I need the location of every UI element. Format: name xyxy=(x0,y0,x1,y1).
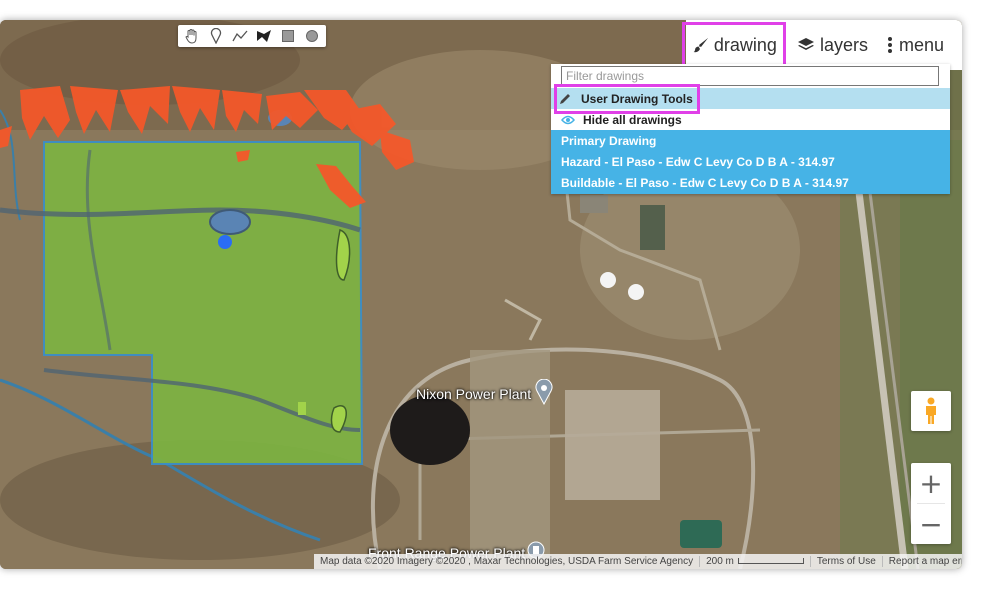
drawing-item-label: Hazard - El Paso - Edw C Levy Co D B A -… xyxy=(561,154,835,169)
menu-button[interactable]: menu xyxy=(882,25,948,65)
polyline-icon[interactable] xyxy=(228,25,252,47)
map-pin-icon[interactable] xyxy=(535,378,553,410)
filter-drawings-input[interactable] xyxy=(561,66,939,86)
layers-button[interactable]: layers xyxy=(793,25,872,65)
brush-icon xyxy=(693,37,709,53)
layers-label: layers xyxy=(819,34,868,55)
satellite-map[interactable]: drawing layers menu User Drawing Tools xyxy=(0,20,962,569)
scale-label: 200 m xyxy=(706,556,734,567)
rectangle-icon[interactable] xyxy=(276,25,300,47)
drawing-toolbar xyxy=(178,25,326,47)
menu-label: menu xyxy=(898,34,944,55)
pegman-icon xyxy=(926,397,936,424)
circle-icon[interactable] xyxy=(300,25,324,47)
hide-all-drawings-item[interactable]: Hide all drawings xyxy=(551,109,950,130)
polygon-icon[interactable] xyxy=(252,25,276,47)
scale-bar xyxy=(737,558,804,565)
drawing-button[interactable]: drawing xyxy=(681,22,786,68)
zoom-out-button[interactable]: − xyxy=(911,504,951,544)
eye-icon xyxy=(561,115,583,125)
hide-all-drawings-label: Hide all drawings xyxy=(583,112,682,127)
layers-icon xyxy=(797,37,815,53)
drawings-dropdown: User Drawing Tools Hide all drawings Pri… xyxy=(551,64,950,194)
drawing-item-buildable[interactable]: Buildable - El Paso - Edw C Levy Co D B … xyxy=(551,172,950,194)
drawing-item-primary[interactable]: Primary Drawing xyxy=(551,130,950,151)
map-attribution-bar: Map data ©2020 Imagery ©2020 , Maxar Tec… xyxy=(314,554,962,569)
map-top-controls: drawing layers menu xyxy=(681,20,962,70)
marker-icon[interactable] xyxy=(204,25,228,47)
more-vertical-icon xyxy=(886,36,894,54)
user-drawing-tools-label: User Drawing Tools xyxy=(581,91,693,106)
street-view-pegman[interactable] xyxy=(911,391,951,431)
drawing-item-hazard[interactable]: Hazard - El Paso - Edw C Levy Co D B A -… xyxy=(551,151,950,172)
terms-of-use-link[interactable]: Terms of Use xyxy=(811,556,882,567)
drawing-item-label: Buildable - El Paso - Edw C Levy Co D B … xyxy=(561,176,849,190)
drawing-item-label: Primary Drawing xyxy=(561,133,657,148)
pencil-icon xyxy=(559,93,581,105)
report-map-error-link[interactable]: Report a map error xyxy=(883,556,962,567)
map-scale[interactable]: 200 m xyxy=(700,556,810,567)
zoom-in-button[interactable]: + xyxy=(911,463,951,503)
hand-icon[interactable] xyxy=(180,25,204,47)
drawing-label: drawing xyxy=(713,34,777,55)
place-label-nixon[interactable]: Nixon Power Plant xyxy=(416,386,531,402)
user-drawing-tools-item[interactable]: User Drawing Tools xyxy=(551,83,950,114)
zoom-control: + − xyxy=(911,463,951,544)
map-data-attribution: Map data ©2020 Imagery ©2020 , Maxar Tec… xyxy=(320,556,694,567)
